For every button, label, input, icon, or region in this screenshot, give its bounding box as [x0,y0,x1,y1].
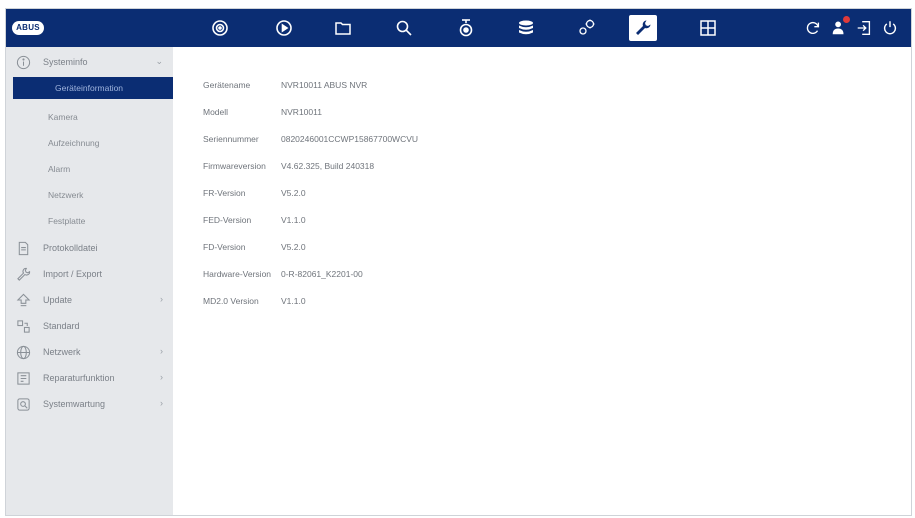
live-view-icon[interactable] [206,15,234,41]
info-value: V1.1.0 [281,215,306,225]
upload-icon [15,292,31,308]
sidebar-item-netzwerk-info[interactable]: Netzwerk [6,184,201,206]
sidebar-item-label: Alarm [48,164,71,174]
sidebar-item-kamera[interactable]: Kamera [6,106,201,128]
sidebar-item-label: Aufzeichnung [48,138,100,148]
info-row-device-name: Gerätename NVR10011 ABUS NVR [203,80,367,94]
sidebar-item-reparaturfunktion[interactable]: Reparaturfunktion › [6,367,173,389]
info-label: FR-Version [203,188,246,198]
chevron-right-icon: › [160,294,163,304]
sidebar-item-label: Reparaturfunktion [43,373,115,383]
notification-badge [843,16,850,23]
file-icon[interactable] [329,15,357,41]
sidebar-item-label: Protokolldatei [43,243,98,253]
document-icon [15,240,31,256]
info-row-model: Modell NVR10011 [203,107,322,121]
app-window: ABUS Systeminfo ⌄ Geräteinformation Kame… [5,8,912,516]
sidebar-item-label: Systemwartung [43,399,106,409]
sidebar-item-label: Import / Export [43,269,103,279]
sidebar-item-alarm[interactable]: Alarm [6,158,201,180]
info-value: NVR10011 [281,107,322,117]
sidebar-item-label: Standard [43,321,80,331]
info-value: V1.1.0 [281,296,306,306]
info-label: Seriennummer [203,134,259,144]
repair-icon [15,370,31,386]
chevron-down-icon: ⌄ [155,56,163,66]
info-label: Modell [203,107,229,117]
chevron-right-icon: › [160,398,163,408]
chevron-right-icon: › [160,372,163,382]
sidebar-item-label: Netzwerk [48,190,84,200]
device-info-panel: Gerätename NVR10011 ABUS NVR Modell NVR1… [173,47,911,515]
top-nav-bar: ABUS [6,9,911,47]
info-label: MD2.0 Version [203,296,259,306]
info-value: NVR10011 ABUS NVR [281,80,368,90]
info-row-fr-version: FR-Version V5.2.0 [203,188,306,202]
abus-logo: ABUS [12,21,44,35]
settings-icon[interactable] [572,15,600,41]
info-row-fd-version: FD-Version V5.2.0 [203,242,306,256]
info-label: Firmwareversion [203,161,266,171]
sidebar-item-systemwartung[interactable]: Systemwartung › [6,393,173,415]
search-icon[interactable] [390,15,418,41]
info-value: 0820246001CCWP15867700WCVU [281,134,419,144]
sidebar-item-netzwerk[interactable]: Netzwerk › [6,341,173,363]
info-row-serial: Seriennummer 0820246001CCWP15867700WCVU [203,134,418,148]
logout-icon[interactable] [854,18,874,38]
info-label: Gerätename [203,80,251,90]
refresh-icon[interactable] [803,18,823,38]
grid-icon[interactable] [694,15,722,41]
sidebar-item-systeminfo[interactable]: Systeminfo ⌄ [6,51,173,73]
info-row-fed-version: FED-Version V1.1.0 [203,215,306,229]
sidebar-item-label: Systeminfo [43,57,88,67]
playback-icon[interactable] [270,15,298,41]
info-icon [15,54,31,70]
sidebar: Systeminfo ⌄ Geräteinformation Kamera Au… [6,47,201,515]
globe-icon [15,344,31,360]
info-value: V5.2.0 [281,188,306,198]
info-label: FD-Version [203,242,246,252]
sidebar-item-protokolldatei[interactable]: Protokolldatei [6,237,173,259]
user-icon[interactable] [829,16,850,38]
maintenance-icon [15,396,31,412]
wrench-icon [15,266,31,282]
power-icon[interactable] [880,18,900,38]
info-value: V4.62.325, Build 240318 [281,161,375,171]
sidebar-item-label: Kamera [48,112,78,122]
info-row-md2-version: MD2.0 Version V1.1.0 [203,296,306,310]
chevron-right-icon: › [160,346,163,356]
info-value: 0-R-82061_K2201-00 [281,269,363,279]
sidebar-item-label: Festplatte [48,216,86,226]
sidebar-item-update[interactable]: Update › [6,289,173,311]
sidebar-item-aufzeichnung[interactable]: Aufzeichnung [6,132,201,154]
sidebar-item-label: Geräteinformation [55,83,124,93]
sidebar-item-standard[interactable]: Standard [6,315,173,337]
camera-icon[interactable] [452,15,480,41]
default-icon [15,318,31,334]
sidebar-item-label: Update [43,295,73,305]
storage-icon[interactable] [512,15,540,41]
sidebar-item-festplatte[interactable]: Festplatte [6,210,201,232]
info-label: Hardware-Version [203,269,272,279]
info-value: V5.2.0 [281,242,306,252]
info-row-firmware: Firmwareversion V4.62.325, Build 240318 [203,161,374,175]
info-row-hardware-version: Hardware-Version 0-R-82061_K2201-00 [203,269,363,283]
sidebar-item-import-export[interactable]: Import / Export [6,263,173,285]
info-label: FED-Version [203,215,252,225]
maintenance-wrench-icon[interactable] [629,15,657,41]
sidebar-item-label: Netzwerk [43,347,81,357]
